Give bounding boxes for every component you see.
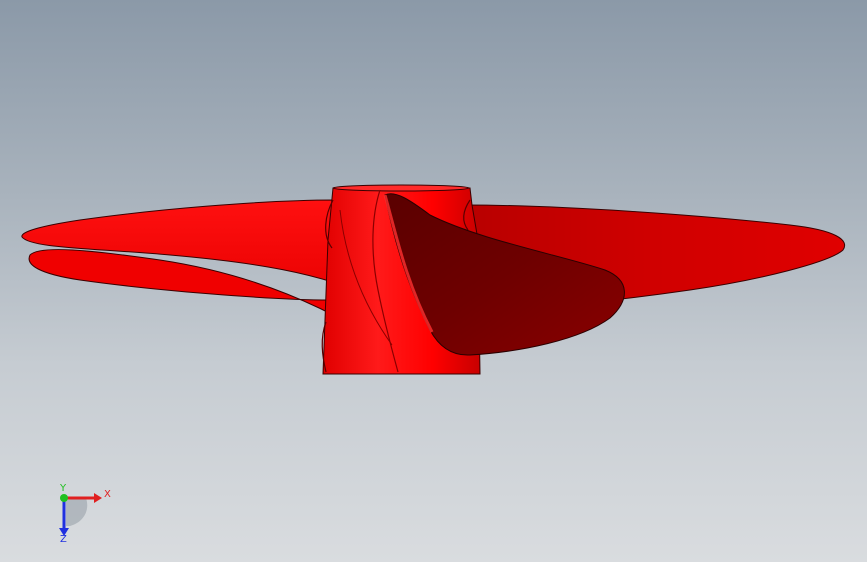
x-axis-label: X: [104, 489, 111, 500]
hub-top-face: [332, 184, 470, 192]
view-orientation-triad[interactable]: X Z Y: [44, 480, 124, 550]
graphics-viewport[interactable]: X Z Y: [0, 0, 867, 562]
y-axis-label: Y: [59, 483, 67, 494]
z-axis-label: Z: [60, 534, 67, 545]
y-axis-dot: [60, 494, 68, 502]
propeller-model[interactable]: [0, 0, 867, 562]
x-axis-arrow: [94, 493, 102, 503]
triad-shadow: [66, 498, 88, 526]
